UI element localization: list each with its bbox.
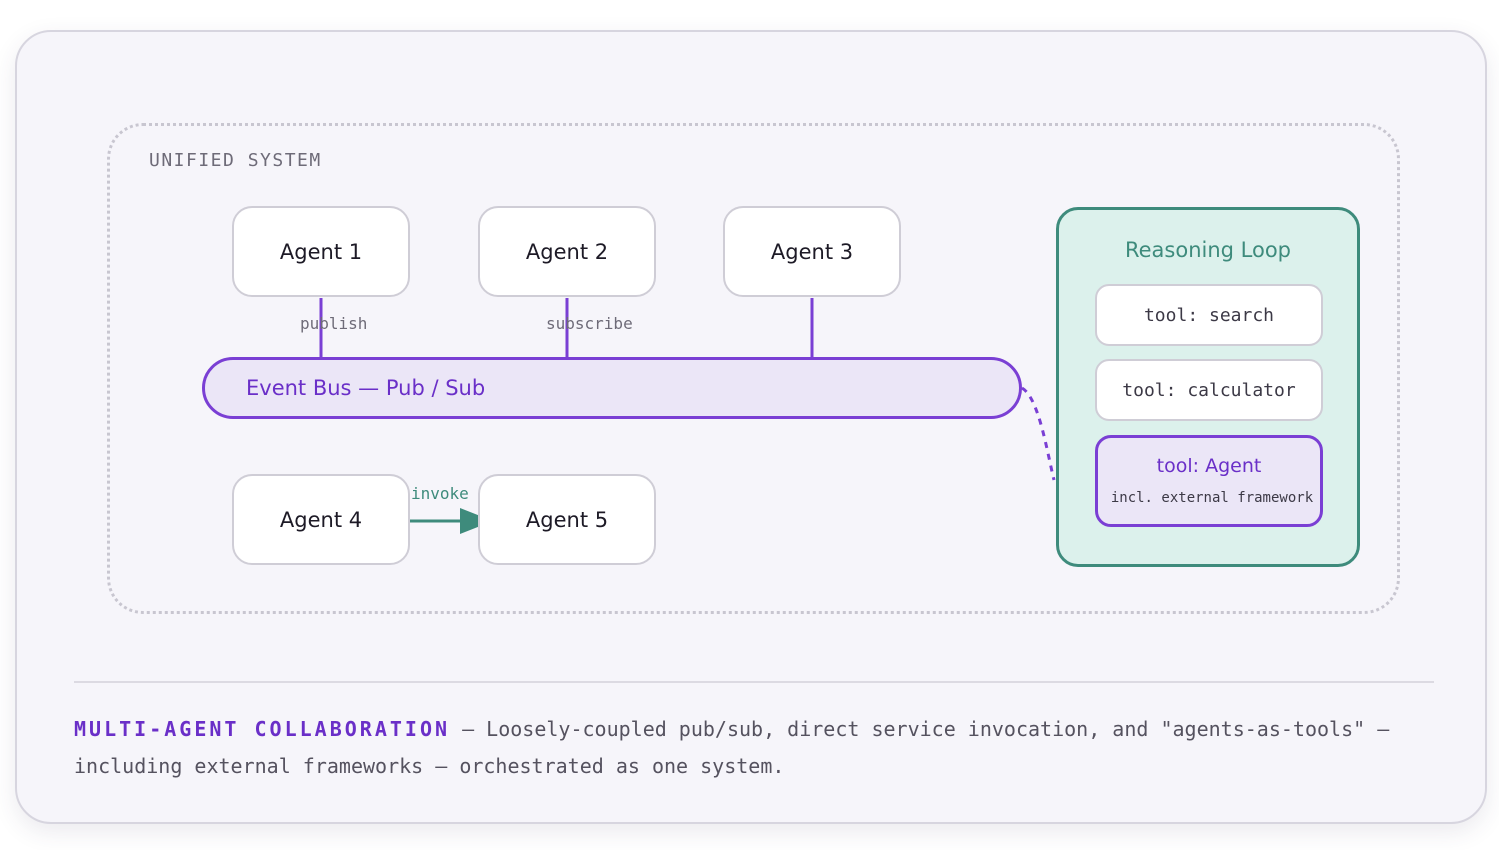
diagram-card: UNIFIED SYSTEM Agent 1 Agent 2 Agent 3 A… bbox=[15, 30, 1487, 824]
caption-divider bbox=[74, 681, 1434, 683]
tool-agent-subtitle: incl. external framework bbox=[1110, 490, 1314, 506]
caption-heading: MULTI-AGENT COLLABORATION bbox=[74, 717, 451, 741]
tool-agent-title: tool: Agent bbox=[1156, 455, 1262, 477]
tool-calculator[interactable]: tool: calculator bbox=[1095, 359, 1323, 421]
reasoning-loop-box[interactable]: Reasoning Loop tool: search tool: calcul… bbox=[1056, 207, 1360, 567]
event-bus[interactable]: Event Bus — Pub / Sub bbox=[202, 357, 1022, 419]
publish-label: publish bbox=[300, 314, 368, 333]
reasoning-loop-title: Reasoning Loop bbox=[1124, 238, 1292, 262]
agent-5-node[interactable]: Agent 5 bbox=[478, 474, 656, 565]
agent-1-node[interactable]: Agent 1 bbox=[232, 206, 410, 297]
tool-search[interactable]: tool: search bbox=[1095, 284, 1323, 346]
event-bus-label: Event Bus — Pub / Sub bbox=[246, 376, 486, 400]
caption: MULTI-AGENT COLLABORATION — Loosely-coup… bbox=[74, 711, 1454, 785]
bus-to-tool-agent-dashed-link bbox=[1021, 386, 1056, 481]
invoke-label: invoke bbox=[411, 484, 469, 503]
agent-2-node[interactable]: Agent 2 bbox=[478, 206, 656, 297]
agent-3-node[interactable]: Agent 3 bbox=[723, 206, 901, 297]
subscribe-label: subscribe bbox=[546, 314, 633, 333]
agent-4-node[interactable]: Agent 4 bbox=[232, 474, 410, 565]
tool-agent[interactable]: tool: Agent incl. external framework bbox=[1095, 435, 1323, 527]
